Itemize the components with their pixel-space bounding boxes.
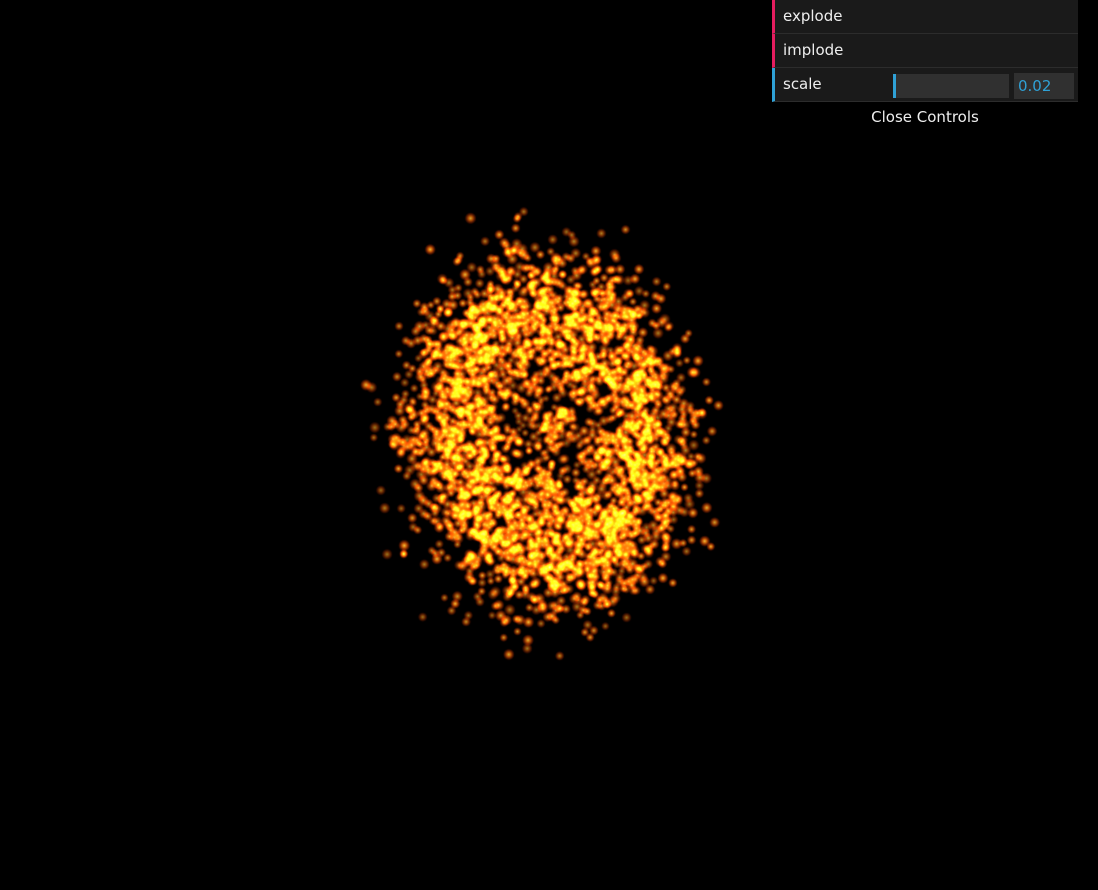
scale-label: scale — [783, 75, 822, 93]
explode-label: explode — [783, 7, 843, 25]
scale-slider-fill — [893, 74, 896, 98]
render-viewport[interactable] — [0, 0, 1098, 890]
explode-button[interactable]: explode — [772, 0, 1078, 34]
controls-panel: explode implode scale Close Controls — [772, 0, 1078, 129]
implode-button[interactable]: implode — [772, 34, 1078, 68]
scale-input[interactable] — [1014, 73, 1074, 99]
scale-control: scale — [772, 68, 1078, 102]
implode-label: implode — [783, 41, 844, 59]
scale-slider[interactable] — [893, 74, 1009, 98]
close-controls-button[interactable]: Close Controls — [772, 105, 1078, 129]
particle-cloud — [0, 0, 1098, 890]
